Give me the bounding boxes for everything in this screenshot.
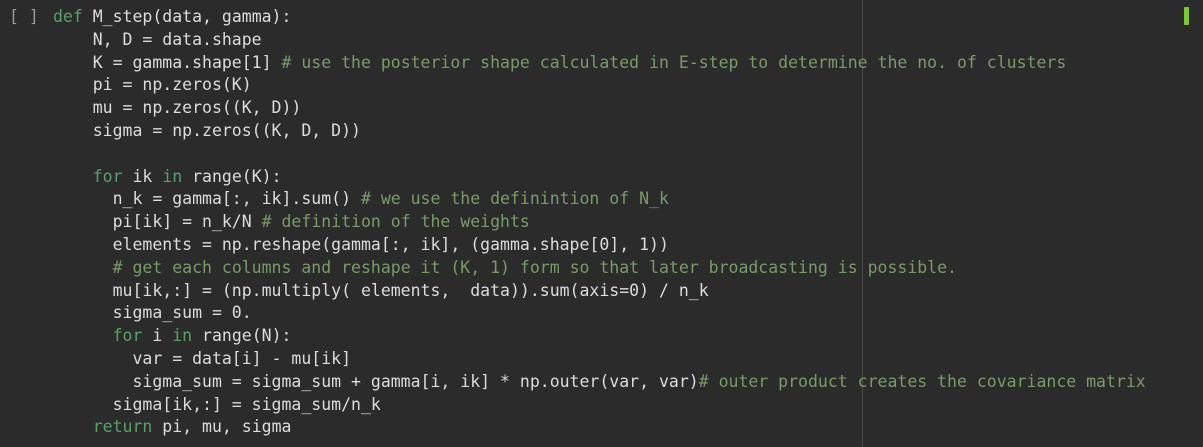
- code-line: mu[ik,:] = (np.multiply( elements, data)…: [53, 280, 1146, 303]
- code-text: i: [142, 326, 173, 346]
- code-line: sigma[ik,:] = sigma_sum/n_k: [53, 394, 1146, 417]
- code-text: K = gamma.shape[1]: [53, 52, 282, 72]
- code-line: pi = np.zeros(K): [53, 74, 1146, 97]
- code-text: range(K):: [182, 166, 282, 186]
- code-text: sigma_sum = sigma_sum + gamma[i, ik] * n…: [53, 371, 699, 391]
- code-keyword: in: [172, 326, 193, 346]
- code-text: var = data[i] - mu[ik]: [53, 348, 352, 368]
- code-editor[interactable]: def M_step(data, gamma): N, D = data.sha…: [53, 6, 1146, 439]
- run-cell-indicator[interactable]: [ ]: [9, 6, 39, 29]
- code-text: mu = np.zeros((K, D)): [53, 98, 302, 118]
- scrollbar-marker[interactable]: [1184, 7, 1189, 25]
- code-line: sigma_sum = 0.: [53, 302, 1146, 325]
- code-line: for i in range(N):: [53, 325, 1146, 348]
- code-text: pi = np.zeros(K): [53, 75, 252, 95]
- code-line: sigma_sum = sigma_sum + gamma[i, ik] * n…: [53, 371, 1146, 394]
- code-keyword: in: [162, 166, 183, 186]
- code-text: ik: [122, 166, 163, 186]
- code-text: mu[ik,:] = (np.multiply( elements, data)…: [53, 280, 709, 300]
- code-text: elements = np.reshape(gamma[:, ik], (gam…: [53, 234, 669, 254]
- code-keyword: for: [112, 326, 143, 346]
- code-cell[interactable]: [ ] def M_step(data, gamma): N, D = data…: [0, 0, 1203, 447]
- code-text: sigma = np.zeros((K, D, D)): [53, 120, 361, 140]
- code-text: N, D = data.shape: [53, 29, 262, 49]
- code-keyword: def: [53, 7, 83, 26]
- code-keyword: return: [92, 417, 153, 437]
- code-comment: # get each columns and reshape it (K, 1)…: [112, 257, 957, 277]
- code-line: return pi, mu, sigma: [53, 416, 1146, 439]
- code-line: elements = np.reshape(gamma[:, ik], (gam…: [53, 234, 1146, 257]
- code-text: pi, mu, sigma: [152, 417, 292, 437]
- code-text: pi[ik] = n_k/N: [53, 212, 262, 232]
- code-text: range(N):: [192, 326, 292, 346]
- code-line: mu = np.zeros((K, D)): [53, 97, 1146, 120]
- code-line: K = gamma.shape[1] # use the posterior s…: [53, 52, 1146, 75]
- code-comment: # use the posterior shape calculated in …: [281, 52, 1067, 72]
- code-line: # get each columns and reshape it (K, 1)…: [53, 257, 1146, 280]
- code-line: for ik in range(K):: [53, 166, 1146, 189]
- code-line: n_k = gamma[:, ik].sum() # we use the de…: [53, 188, 1146, 211]
- code-line: sigma = np.zeros((K, D, D)): [53, 120, 1146, 143]
- code-text: n_k = gamma[:, ik].sum(): [53, 189, 361, 209]
- code-text: sigma_sum = 0.: [53, 303, 252, 323]
- code-comment: # we use the definintion of N_k: [360, 189, 669, 209]
- code-keyword: for: [92, 166, 123, 186]
- code-line: pi[ik] = n_k/N # definition of the weigh…: [53, 211, 1146, 234]
- code-line: var = data[i] - mu[ik]: [53, 348, 1146, 371]
- code-text: sigma[ik,:] = sigma_sum/n_k: [53, 394, 381, 414]
- code-comment: # definition of the weights: [261, 212, 530, 232]
- code-text: M_step(data, gamma):: [82, 7, 292, 26]
- code-comment: # outer product creates the covariance m…: [698, 371, 1146, 391]
- code-line: def M_step(data, gamma):: [53, 6, 1146, 29]
- code-line: N, D = data.shape: [53, 29, 1146, 52]
